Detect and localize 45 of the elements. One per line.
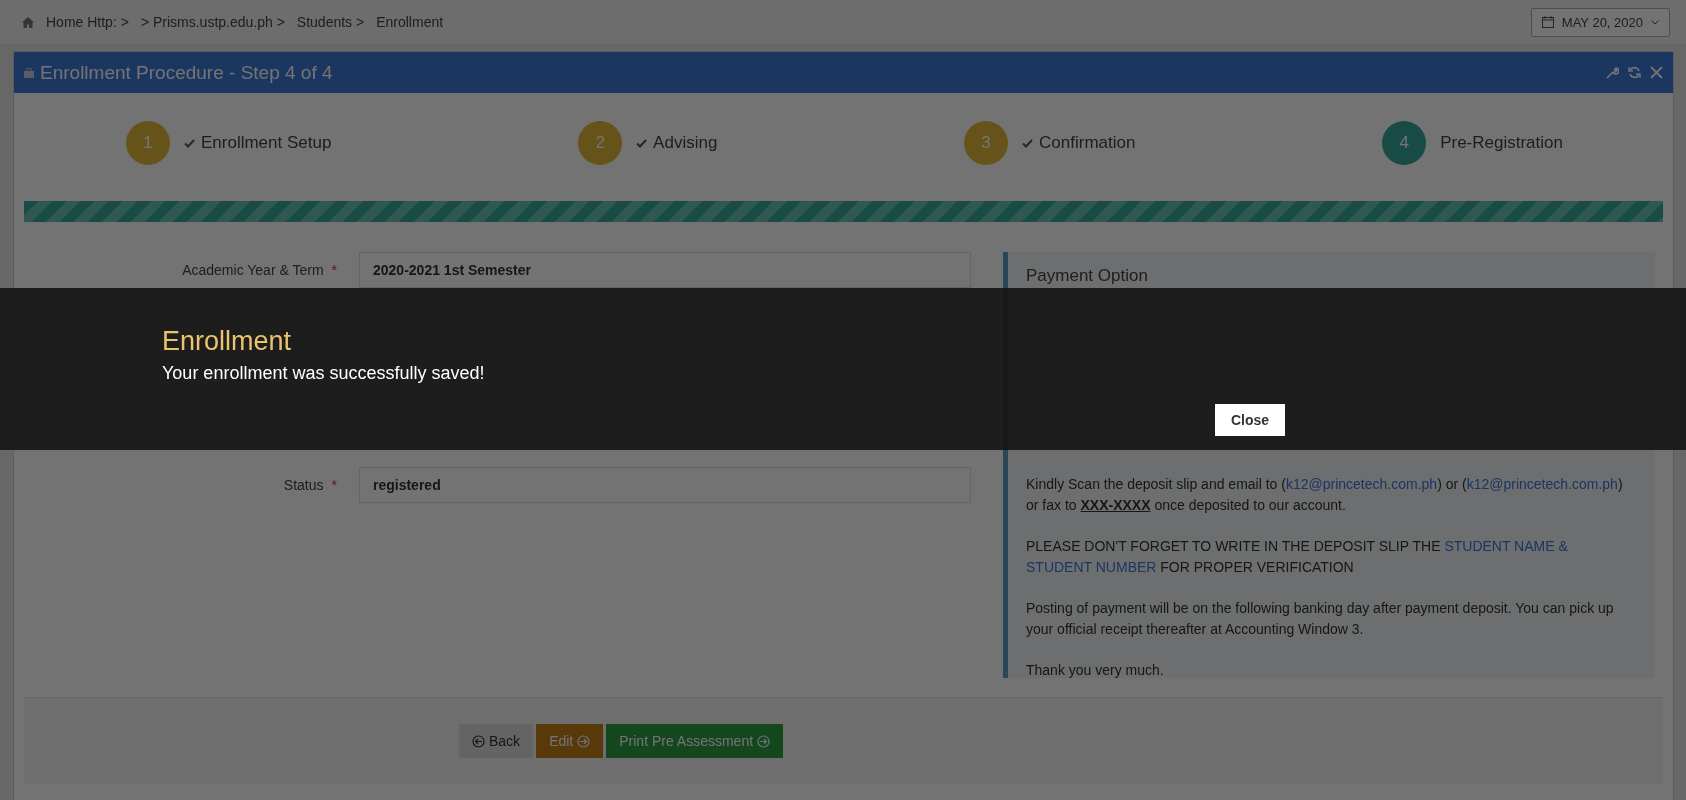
date-button[interactable]: MAY 20, 2020 — [1530, 7, 1670, 37]
refresh-icon — [1628, 66, 1641, 79]
payment-paragraph: Posting of payment will be on the following banking day after payment deposit. You can pick up your official receipt thereafter at Accounting Window 3. — [1026, 599, 1615, 639]
step-label: Confirmation — [1039, 133, 1136, 153]
payment-paragraph: PLEASE DON'T FORGET TO WRITE IN THE DEPOSIT SLIP THE STUDENT NAME & STUDENT NUMBER FOR PROPER VERIFICATION — [1026, 537, 1569, 577]
circle-arrow-right-icon — [577, 734, 591, 748]
breadcrumb-link[interactable]: Students > — [296, 14, 365, 30]
caret-icon — [1651, 19, 1659, 25]
notification-title: Enrollment — [162, 326, 292, 357]
payment-paragraph: Thank you very much. — [1026, 661, 1165, 680]
step-number: 3 — [964, 121, 1009, 165]
payment-paragraph: Kindly Scan the deposit slip and email to (k12@princetech.com.ph) or (k12@princetech.com.ph) or fax to XXX-XXXX once deposited to our account. — [1026, 475, 1624, 515]
step-number: 1 — [126, 121, 170, 165]
circle-arrow-left-icon — [472, 734, 485, 748]
field-value: 2020-2021 1st Semester — [359, 252, 971, 288]
circle-arrow-right-icon — [757, 734, 771, 748]
required-asterisk: * — [331, 477, 337, 493]
email-link[interactable]: k12@princetech.com.ph — [1466, 476, 1618, 492]
step-label: Advising — [653, 133, 718, 153]
breadcrumb-link[interactable]: > Prisms.ustp.edu.ph > — [140, 14, 285, 30]
wrench-icon — [1606, 66, 1619, 79]
check-icon — [636, 138, 648, 148]
briefcase-icon — [24, 67, 34, 78]
home-icon — [22, 16, 34, 28]
step-label: Enrollment Setup — [201, 133, 332, 153]
calendar-icon — [1541, 16, 1554, 28]
step-number: 4 — [1382, 121, 1427, 165]
field-label: Academic Year & Term — [182, 262, 324, 278]
step-label: Pre-Registration — [1440, 133, 1563, 153]
check-icon — [184, 138, 195, 148]
step-number: 2 — [578, 121, 623, 165]
field-value: registered — [359, 467, 971, 503]
breadcrumb-link[interactable]: Home Http: > — [46, 14, 129, 30]
breadcrumb-link[interactable]: Enrollment — [376, 14, 444, 30]
notification-message: Your enrollment was successfully saved! — [162, 363, 485, 384]
print-button[interactable]: Print Pre Assessment — [606, 724, 784, 758]
check-icon — [1022, 138, 1034, 148]
required-asterisk: * — [331, 262, 337, 278]
payment-title: Payment Option — [1026, 266, 1149, 286]
close-icon — [1650, 66, 1663, 79]
close-button[interactable]: Close — [1215, 404, 1286, 436]
field-label: Status — [283, 477, 324, 493]
back-button[interactable]: Back — [459, 724, 534, 758]
email-link[interactable]: k12@princetech.com.ph — [1285, 476, 1438, 492]
panel-title: Enrollment Procedure - Step 4 of 4 — [40, 61, 334, 84]
